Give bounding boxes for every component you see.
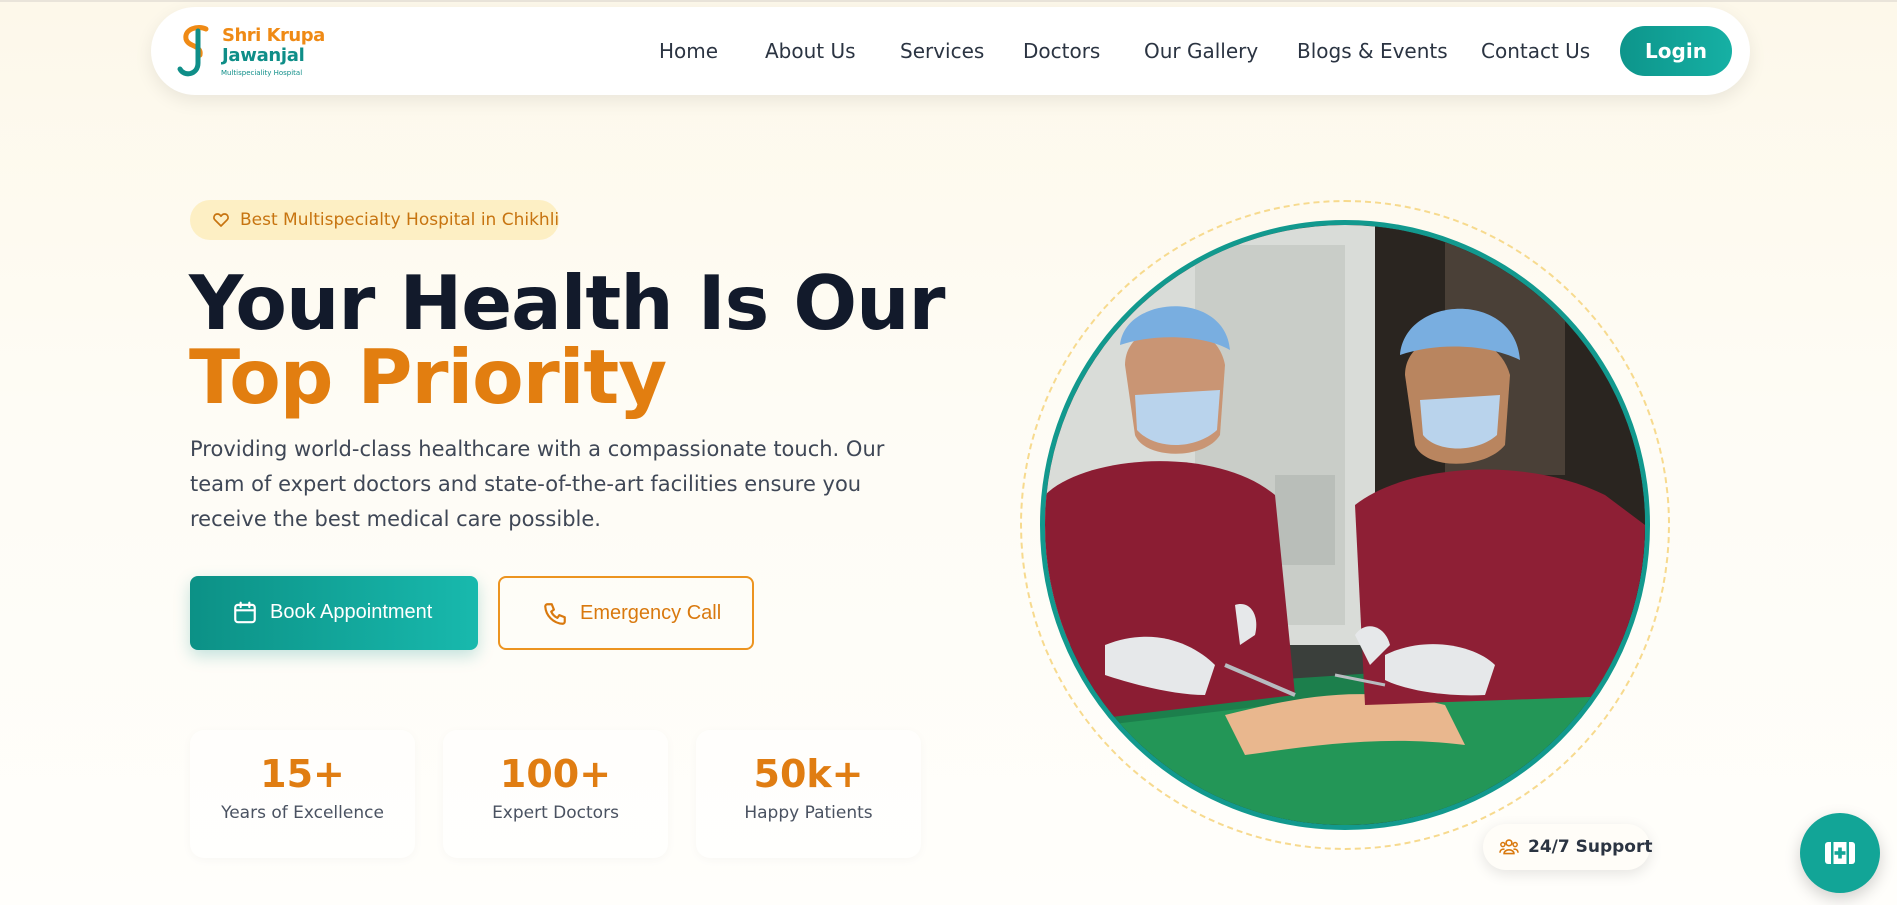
hero-description: Providing world-class healthcare with a … [190,437,885,531]
login-button[interactable]: Login [1620,26,1732,76]
emergency-call-button[interactable]: Emergency Call [498,576,754,650]
hospital-logo[interactable]: Shri Krupa Jawanjal Multispeciality Hosp… [176,19,325,85]
book-appointment-label: Book Appointment [270,601,433,623]
stat-value: 100+ [499,752,612,796]
hero-badge-text: Best Multispecialty Hospital in Chikhli [240,210,560,230]
surgeons-illustration [1045,225,1645,825]
stat-label: Happy Patients [744,803,873,823]
site-header: Shri Krupa Jawanjal Multispeciality Hosp… [151,7,1750,95]
nav-home[interactable]: Home [659,39,718,63]
users-icon [1499,839,1519,855]
top-border [0,0,1897,2]
calendar-icon [234,601,256,624]
nav-about-us[interactable]: About Us [765,39,856,63]
phone-icon [544,603,566,625]
medical-kit-icon [1825,842,1855,864]
heart-icon [213,213,229,227]
nav-contact-us[interactable]: Contact Us [1481,39,1590,63]
hero-surgeons-image [1040,220,1650,830]
logo-name-line2: Jawanjal [222,45,305,66]
logo-tagline: Multispeciality Hospital [221,69,303,77]
hero-badge: Best Multispecialty Hospital in Chikhli [190,200,559,240]
emergency-call-label: Emergency Call [580,602,722,624]
nav-our-gallery[interactable]: Our Gallery [1144,39,1258,63]
stat-label: Years of Excellence [221,803,384,823]
stat-card-years: 15+ Years of Excellence [190,730,415,858]
nav-services[interactable]: Services [900,39,984,63]
hero-title-line2: Top Priority [189,333,667,421]
book-appointment-button[interactable]: Book Appointment [190,576,478,650]
stat-value: 50k+ [753,752,864,796]
nav-doctors[interactable]: Doctors [1023,39,1100,63]
stat-value: 15+ [260,752,345,796]
support-badge: 24/7 Support [1483,824,1653,870]
logo-mark-icon [177,24,209,77]
support-badge-text: 24/7 Support [1528,837,1653,857]
nav-blogs-events[interactable]: Blogs & Events [1297,39,1448,63]
stat-card-doctors: 100+ Expert Doctors [443,730,668,858]
floating-medical-button[interactable] [1800,813,1880,893]
logo-name-line1: Shri Krupa [222,25,325,46]
stat-label: Expert Doctors [492,803,619,823]
stat-card-patients: 50k+ Happy Patients [696,730,921,858]
